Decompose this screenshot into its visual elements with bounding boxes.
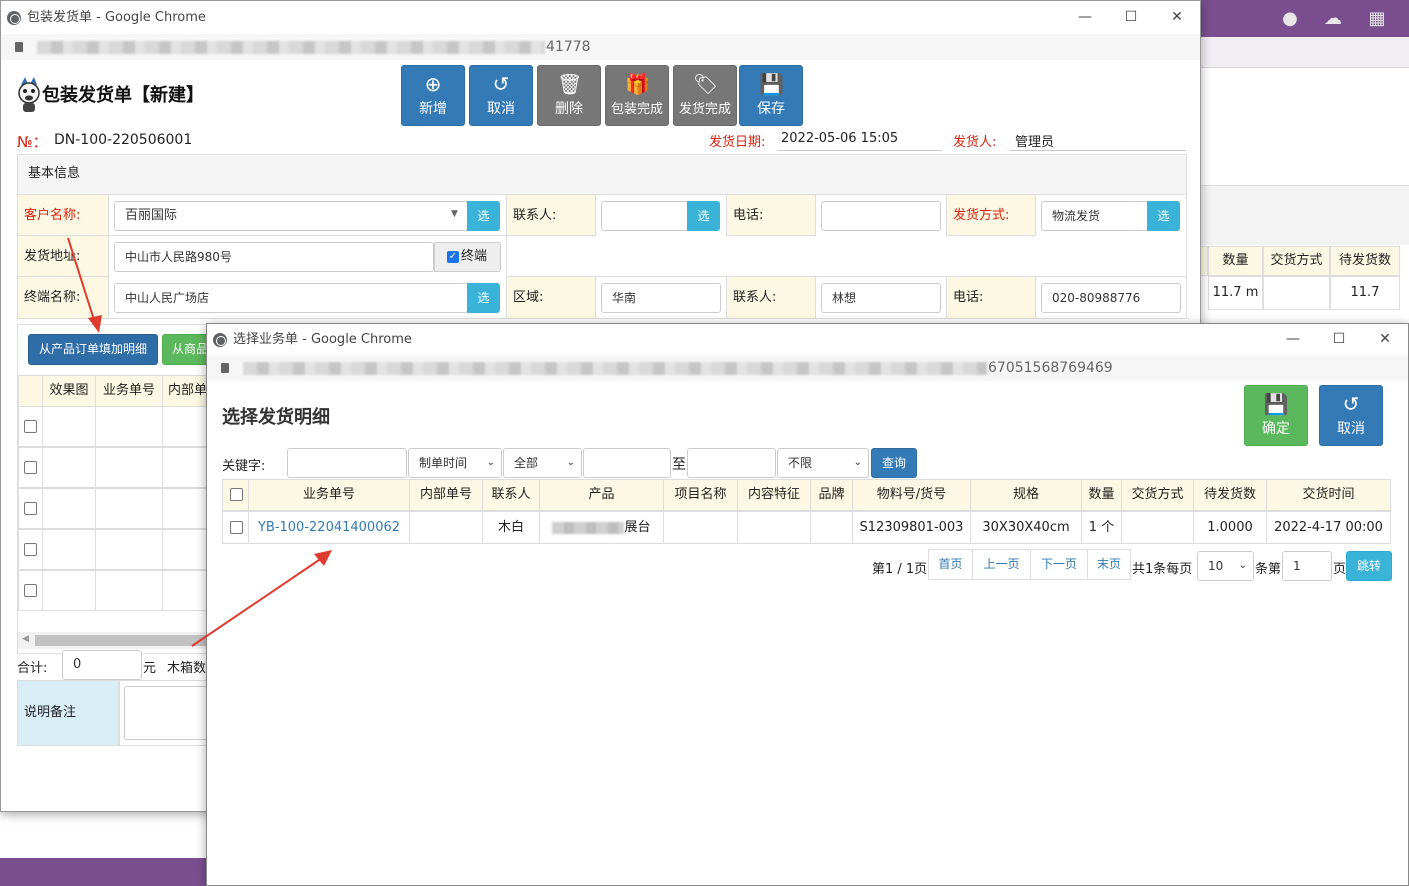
- arrowhead-icon: [88, 315, 102, 333]
- annotation-arrow-1: [67, 237, 96, 324]
- annotation-arrow-2: [191, 557, 323, 647]
- arrowhead-icon: [314, 550, 332, 566]
- annotation-arrows: [67, 237, 332, 647]
